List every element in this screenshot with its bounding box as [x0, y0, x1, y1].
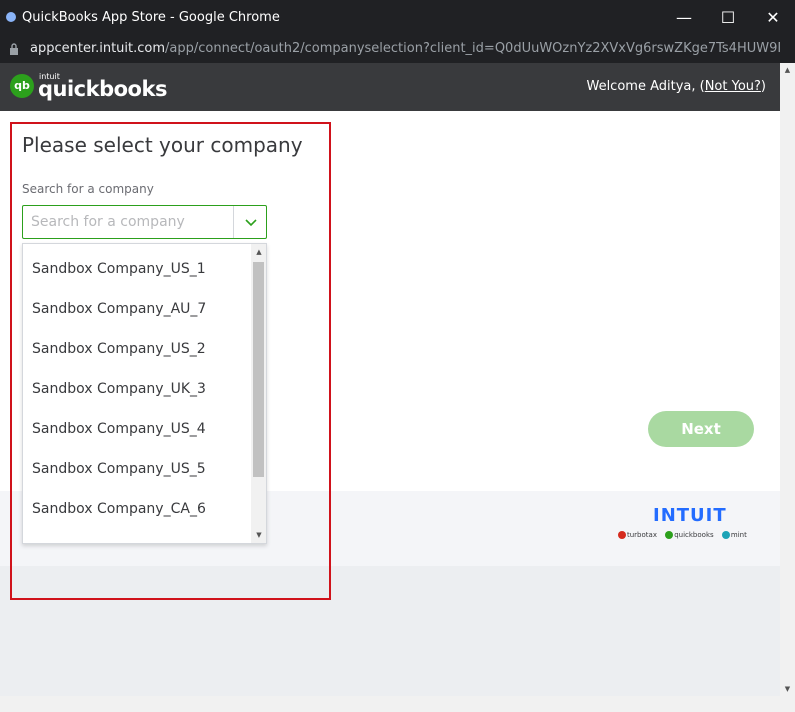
- quickbooks-logo-icon: qb: [10, 74, 34, 98]
- company-option[interactable]: Sandbox Company_US_4: [23, 409, 251, 449]
- minimize-button[interactable]: —: [672, 6, 696, 30]
- url-host: appcenter.intuit.com: [30, 41, 166, 56]
- not-you-link[interactable]: Not You?: [705, 79, 761, 94]
- quickbooks-brand-icon: [665, 531, 674, 539]
- brand-quickbooks: quickbooks: [674, 531, 714, 539]
- quickbooks-logo-text: quickbooks: [38, 77, 167, 101]
- favicon-icon: [6, 12, 16, 22]
- maximize-button[interactable]: ☐: [716, 6, 740, 30]
- company-option[interactable]: Sandbox Company_US_1: [23, 249, 251, 289]
- brand-turbotax: turbotax: [627, 531, 657, 539]
- scroll-down-arrow-icon[interactable]: ▼: [780, 682, 795, 696]
- brand-row: turbotax quickbooks mint: [618, 531, 753, 539]
- scroll-up-arrow-icon[interactable]: ▲: [780, 63, 795, 77]
- chevron-down-icon[interactable]: [234, 206, 267, 238]
- welcome-text: Welcome Aditya, (: [586, 79, 705, 94]
- company-option[interactable]: Sandbox Company_AU_7: [23, 289, 251, 329]
- dropdown-scroll-up-icon[interactable]: ▲: [251, 244, 266, 260]
- page-title: Please select your company: [22, 133, 303, 157]
- mint-icon: [721, 531, 730, 539]
- company-option[interactable]: Sandbox Company_CA_6: [23, 489, 251, 529]
- browser-title-bar: QuickBooks App Store - Google Chrome — ☐…: [0, 0, 795, 36]
- company-search-input[interactable]: [31, 212, 226, 232]
- company-option[interactable]: Sandbox Company_US_5: [23, 449, 251, 489]
- quickbooks-header: qb intuit quickbooks Welcome Aditya, (No…: [0, 63, 780, 111]
- page-vertical-scrollbar[interactable]: ▲ ▼: [780, 63, 795, 696]
- address-bar[interactable]: appcenter.intuit.com/app/connect/oauth2/…: [0, 36, 795, 63]
- brand-mint: mint: [730, 531, 747, 539]
- welcome-suffix: ): [760, 79, 766, 94]
- close-window-button[interactable]: ✕: [761, 6, 785, 30]
- company-option[interactable]: Sandbox Company_UK_3: [23, 369, 251, 409]
- dropdown-scroll-down-icon[interactable]: ▼: [251, 527, 266, 543]
- welcome-message: Welcome Aditya, (Not You?): [586, 79, 766, 94]
- browser-window: QuickBooks App Store - Google Chrome — ☐…: [0, 0, 795, 712]
- lower-area: [0, 566, 780, 696]
- lock-icon: [10, 43, 18, 55]
- search-label: Search for a company: [22, 182, 154, 196]
- window-title: QuickBooks App Store - Google Chrome: [22, 10, 280, 25]
- turbotax-icon: [618, 531, 626, 539]
- company-dropdown-list[interactable]: Sandbox Company_US_1 Sandbox Company_AU_…: [22, 243, 267, 544]
- intuit-logo: INTUIT: [653, 505, 727, 526]
- next-button[interactable]: Next: [648, 411, 754, 447]
- dropdown-scrollbar[interactable]: ▲ ▼: [251, 244, 266, 543]
- url-text[interactable]: appcenter.intuit.com/app/connect/oauth2/…: [30, 41, 780, 56]
- company-combobox[interactable]: [22, 205, 267, 239]
- company-option[interactable]: Sandbox Company_US_2: [23, 329, 251, 369]
- dropdown-scroll-thumb[interactable]: [253, 262, 264, 477]
- url-path: /app/connect/oauth2/companyselection?cli…: [165, 41, 780, 56]
- page-horizontal-scrollbar[interactable]: [0, 696, 795, 712]
